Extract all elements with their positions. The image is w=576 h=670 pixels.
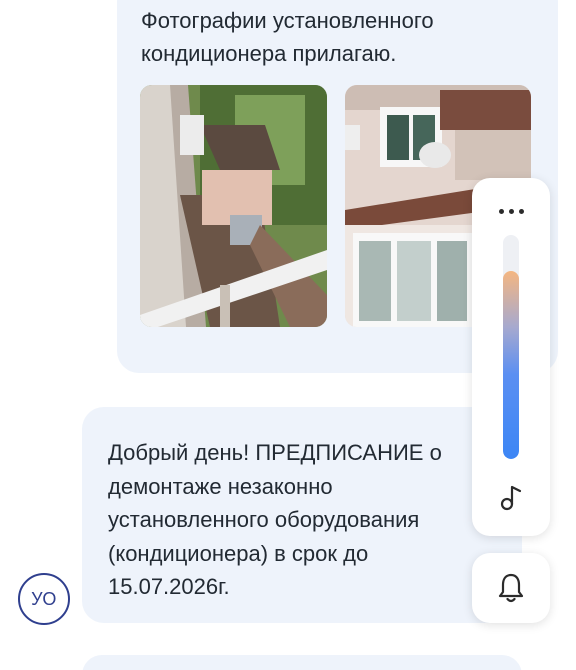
notification-panel[interactable]	[472, 553, 550, 623]
volume-slider-fill	[503, 270, 519, 459]
more-dots-icon[interactable]	[472, 196, 550, 226]
message-text: Добрый день! ПРЕДПИСАНИЕ о демонтаже нез…	[108, 440, 442, 599]
message-text: Фотографии установленного кондиционера п…	[141, 8, 434, 66]
message-bubble-order[interactable]: Добрый день! ПРЕДПИСАНИЕ о демонтаже нез…	[82, 407, 522, 623]
bell-icon[interactable]	[497, 572, 525, 604]
sender-avatar[interactable]: УО	[18, 573, 70, 625]
music-note-icon[interactable]	[496, 482, 526, 512]
volume-panel[interactable]	[472, 178, 550, 536]
volume-slider[interactable]	[503, 235, 519, 459]
photo-attachment-balcony[interactable]	[140, 85, 327, 327]
message-bubble-partial[interactable]	[82, 655, 522, 670]
